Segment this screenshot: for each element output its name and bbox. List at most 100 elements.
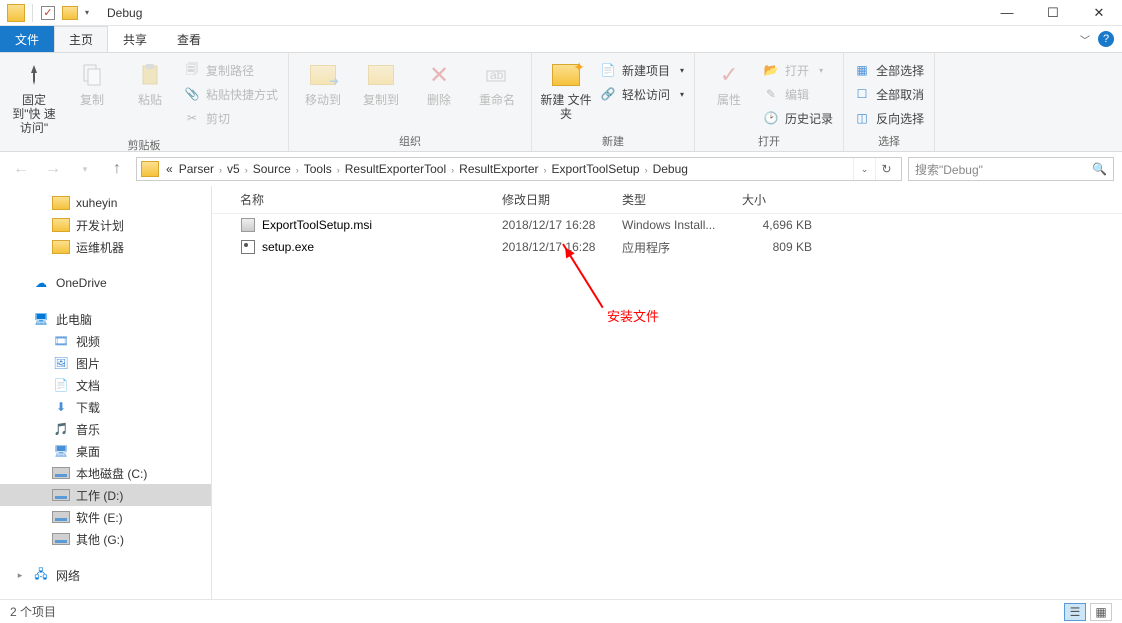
folder-icon [52, 239, 70, 255]
tab-file[interactable]: 文件 [0, 26, 54, 52]
nav-pc-item[interactable]: ▸工作 (D:) [0, 484, 211, 506]
breadcrumb-item[interactable]: Tools [301, 162, 335, 176]
selectnone-icon: ☐ [854, 86, 870, 102]
folder-icon: 📄 [52, 377, 70, 393]
breadcrumb-item[interactable]: ExportToolSetup [549, 162, 643, 176]
file-row[interactable]: ExportToolSetup.msi2018/12/17 16:28Windo… [212, 214, 1122, 236]
tab-home[interactable]: 主页 [54, 26, 108, 52]
status-bar: 2 个项目 ☰ ▦ [0, 599, 1122, 623]
easyaccess-button[interactable]: 🔗轻松访问▾ [598, 83, 686, 105]
tab-share[interactable]: 共享 [108, 26, 162, 52]
tab-view[interactable]: 查看 [162, 26, 216, 52]
paste-shortcut-button[interactable]: 📎粘贴快捷方式 [182, 83, 280, 105]
nav-pc-item[interactable]: ▸⬇下载 [0, 396, 211, 418]
col-name[interactable]: 名称 [240, 191, 502, 208]
rename-button[interactable]: ab 重命名 [471, 57, 523, 107]
refresh-button[interactable]: ↻ [875, 158, 897, 180]
maximize-button[interactable]: ☐ [1030, 0, 1076, 26]
group-organize-label: 组织 [399, 131, 421, 149]
moveto-icon: ➜ [307, 59, 339, 91]
selectinvert-button[interactable]: ◫反向选择 [852, 107, 926, 129]
properties-button[interactable]: ✓ 属性 [703, 57, 755, 107]
breadcrumb-item[interactable]: ResultExporterTool [342, 162, 449, 176]
titlebar: ✓ ▾ Debug — ☐ ✕ [0, 0, 1122, 26]
breadcrumb-item[interactable]: ResultExporter [456, 162, 541, 176]
paste-icon [134, 59, 166, 91]
nav-quick-item[interactable]: 运维机器 [0, 236, 211, 258]
qat-properties-icon[interactable]: ✓ [41, 6, 55, 20]
nav-pc-item[interactable]: ▸📄文档 [0, 374, 211, 396]
qat-newfolder-icon[interactable] [62, 6, 78, 20]
breadcrumb-overflow[interactable]: « [163, 162, 176, 176]
nav-onedrive[interactable]: ▸☁OneDrive [0, 272, 211, 294]
nav-thispc[interactable]: ▸🖥此电脑 [0, 308, 211, 330]
breadcrumb-separator[interactable]: › [542, 165, 549, 175]
nav-recent-dropdown[interactable]: ▾ [72, 156, 98, 182]
navigation-pane[interactable]: xuheyin开发计划运维机器 ▸☁OneDrive ▸🖥此电脑 ▸🎞视频▸🖼图… [0, 186, 212, 599]
col-date[interactable]: 修改日期 [502, 191, 622, 208]
address-bar: ← → ▾ ↑ « Parser›v5›Source›Tools›ResultE… [0, 152, 1122, 186]
newfolder-button[interactable]: ✦ 新建 文件夹 [540, 57, 592, 121]
newitem-button[interactable]: 📄新建项目▾ [598, 59, 686, 81]
breadcrumb-separator[interactable]: › [217, 165, 224, 175]
cut-button[interactable]: ✂剪切 [182, 107, 280, 129]
breadcrumb-separator[interactable]: › [335, 165, 342, 175]
nav-quick-item[interactable]: 开发计划 [0, 214, 211, 236]
selectall-button[interactable]: ▦全部选择 [852, 59, 926, 81]
annotation-text: 安装文件 [607, 306, 659, 325]
open-button[interactable]: 📂打开▾ [761, 59, 835, 81]
view-icons-button[interactable]: ▦ [1090, 603, 1112, 621]
nav-pc-item[interactable]: ▸🖥桌面 [0, 440, 211, 462]
cut-icon: ✂ [184, 110, 200, 126]
minimize-button[interactable]: — [984, 0, 1030, 26]
nav-pc-item[interactable]: ▸软件 (E:) [0, 506, 211, 528]
nav-back-button[interactable]: ← [8, 156, 34, 182]
breadcrumb-dropdown-icon[interactable]: ⌄ [853, 158, 875, 180]
file-row[interactable]: setup.exe2018/12/17 16:28应用程序809 KB [212, 236, 1122, 258]
copyto-button[interactable]: 复制到 [355, 57, 407, 107]
nav-quick-item[interactable]: xuheyin [0, 192, 211, 214]
copy-button[interactable]: 复制 [66, 57, 118, 107]
col-size[interactable]: 大小 [742, 191, 812, 208]
ribbon: 固定到"快 速访问" 复制 粘贴 🗐复制路径 📎粘贴快捷方式 ✂剪切 剪贴板 ➜… [0, 52, 1122, 152]
delete-button[interactable]: ✕ 删除 [413, 57, 465, 107]
pin-button[interactable]: 固定到"快 速访问" [8, 57, 60, 135]
network-icon: 🖧 [32, 567, 50, 583]
nav-forward-button[interactable]: → [40, 156, 66, 182]
nav-pc-item[interactable]: ▸🎵音乐 [0, 418, 211, 440]
breadcrumb-item[interactable]: Parser [176, 162, 217, 176]
drive-icon [52, 531, 70, 547]
column-headers[interactable]: 名称 修改日期 类型 大小 [212, 186, 1122, 214]
nav-network[interactable]: ▸🖧网络 [0, 564, 211, 586]
ribbon-collapse-icon[interactable]: ﹀ [1080, 32, 1090, 47]
copy-icon [76, 59, 108, 91]
breadcrumb-item[interactable]: Source [250, 162, 294, 176]
close-button[interactable]: ✕ [1076, 0, 1122, 26]
qat-dropdown-icon[interactable]: ▾ [85, 8, 89, 17]
breadcrumb-separator[interactable]: › [243, 165, 250, 175]
nav-pc-item[interactable]: ▸🎞视频 [0, 330, 211, 352]
paste-button[interactable]: 粘贴 [124, 57, 176, 107]
breadcrumb-item[interactable]: Debug [650, 162, 691, 176]
copypath-button[interactable]: 🗐复制路径 [182, 59, 280, 81]
file-list[interactable]: 名称 修改日期 类型 大小 ExportToolSetup.msi2018/12… [212, 186, 1122, 599]
history-button[interactable]: 🕑历史记录 [761, 107, 835, 129]
selectnone-button[interactable]: ☐全部取消 [852, 83, 926, 105]
col-type[interactable]: 类型 [622, 191, 742, 208]
breadcrumb-bar[interactable]: « Parser›v5›Source›Tools›ResultExporterT… [136, 157, 902, 181]
help-icon[interactable]: ? [1098, 31, 1114, 47]
view-details-button[interactable]: ☰ [1064, 603, 1086, 621]
breadcrumb-separator[interactable]: › [643, 165, 650, 175]
pin-icon [18, 59, 50, 91]
nav-up-button[interactable]: ↑ [104, 156, 130, 182]
search-box[interactable]: 搜索"Debug" 🔍 [908, 157, 1114, 181]
selectall-icon: ▦ [854, 62, 870, 78]
edit-button[interactable]: ✎编辑 [761, 83, 835, 105]
breadcrumb-separator[interactable]: › [294, 165, 301, 175]
breadcrumb-item[interactable]: v5 [224, 162, 243, 176]
nav-pc-item[interactable]: ▸其他 (G:) [0, 528, 211, 550]
nav-pc-item[interactable]: ▸🖼图片 [0, 352, 211, 374]
app-icon[interactable] [7, 4, 25, 22]
moveto-button[interactable]: ➜ 移动到 [297, 57, 349, 107]
nav-pc-item[interactable]: ▸本地磁盘 (C:) [0, 462, 211, 484]
